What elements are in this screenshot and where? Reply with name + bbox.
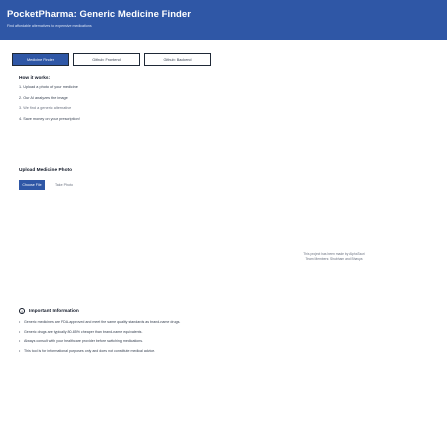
important-info-section: i Important Information Generic medicine… xyxy=(19,308,429,358)
list-item: Generic medicines are FDA-approved and m… xyxy=(19,320,429,325)
step-item: 2. Our AI analyzes the image xyxy=(19,95,68,100)
tab-medicine-finder[interactable]: Medicine Finder xyxy=(12,53,69,66)
upload-row: Choose File Take Photo xyxy=(19,180,73,190)
how-it-works-title: How it works: xyxy=(19,76,51,81)
important-info-header: i Important Information xyxy=(19,308,429,314)
upload-section: Upload Medicine Photo Choose File Take P… xyxy=(19,168,73,190)
how-it-works-section: How it works: 1. Upload a photo of your … xyxy=(19,76,429,127)
app-title: PocketPharma: Generic Medicine Finder xyxy=(7,9,191,20)
list-item: Generic drugs are typically 80-85% cheap… xyxy=(19,330,429,335)
list-item: This tool is for informational purposes … xyxy=(19,349,429,354)
team-members-line: Team Members: Shubham and Bhavya xyxy=(305,256,363,261)
credit-note: This project has been made by AlphaTauri… xyxy=(274,252,394,261)
step-item: 3. We find a generic alternative xyxy=(19,106,72,110)
take-photo-link[interactable]: Take Photo xyxy=(55,183,73,187)
step-item: 1. Upload a photo of your medicine xyxy=(19,85,78,89)
choose-file-button[interactable]: Choose File xyxy=(19,180,45,190)
tab-github-backend[interactable]: Github: Backend xyxy=(144,53,211,66)
list-item: Always consult with your healthcare prov… xyxy=(19,339,429,344)
tab-bar: Medicine Finder Github: Frontend Github:… xyxy=(12,53,211,66)
info-circle-icon: i xyxy=(19,308,25,314)
step-item: 4. Save money on your prescription! xyxy=(19,116,80,121)
important-info-title: Important Information xyxy=(29,308,79,314)
upload-title: Upload Medicine Photo xyxy=(19,168,73,173)
app-subtitle: Find affordable alternatives to expensiv… xyxy=(7,24,92,28)
app-header: PocketPharma: Generic Medicine Finder Fi… xyxy=(0,0,447,40)
how-it-works-list: 1. Upload a photo of your medicine 2. Ou… xyxy=(19,85,429,122)
important-info-list: Generic medicines are FDA-approved and m… xyxy=(19,320,429,354)
tab-github-frontend[interactable]: Github: Frontend xyxy=(73,53,140,66)
